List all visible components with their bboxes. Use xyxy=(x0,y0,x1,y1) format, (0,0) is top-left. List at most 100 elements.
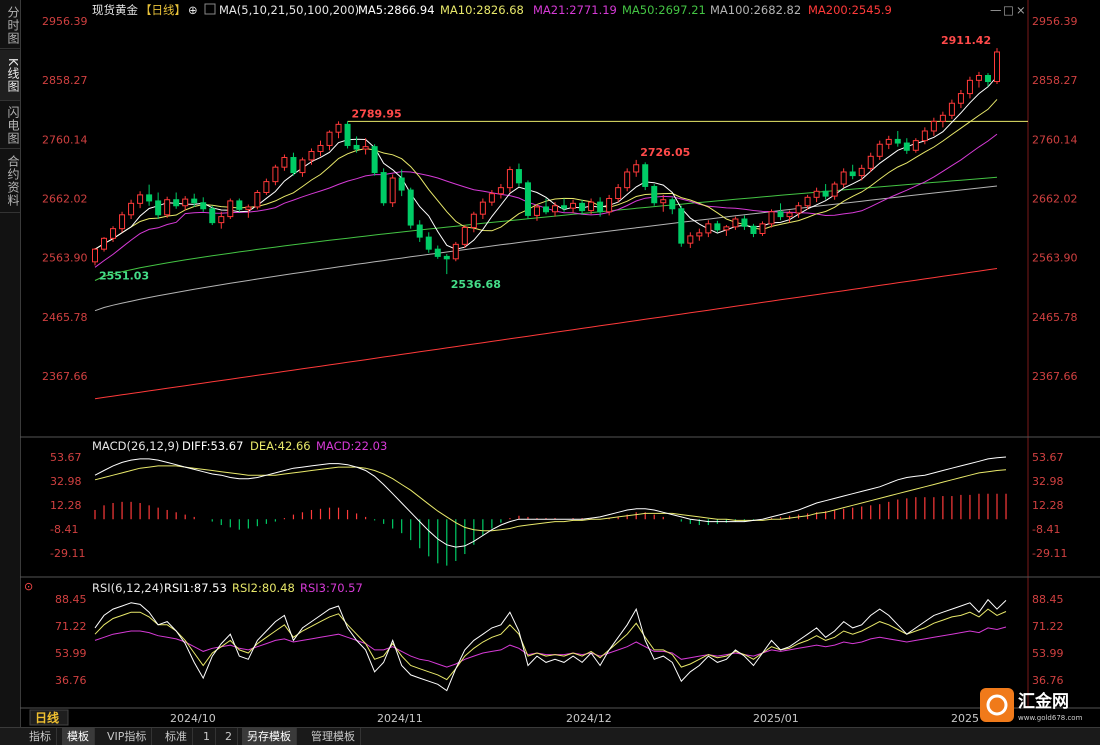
price-tick-label: 2662.02 xyxy=(1032,193,1078,206)
price-axis-right: 2956.39 2858.27 2760.14 2662.02 2563.90 … xyxy=(1032,15,1078,383)
candle-down xyxy=(434,248,441,257)
macd-axis-left: 53.67 32.98 12.28 -8.41 -29.11 xyxy=(50,451,85,560)
macd-diff-line xyxy=(94,456,1007,548)
price-tick-label: 2367.66 xyxy=(42,370,88,383)
chart-area[interactable]: 现货黄金 【日线】 ⊕ MA(5,10,21,50,100,200) MA5:2… xyxy=(0,0,1100,727)
save-template-button[interactable]: 另存模板 xyxy=(242,728,297,745)
manage-templates-button[interactable]: 管理模板 xyxy=(306,728,361,745)
candle-down xyxy=(173,199,180,207)
macd-tick-label: -8.41 xyxy=(50,523,78,536)
candle-up xyxy=(795,205,802,214)
candle-down xyxy=(371,146,378,174)
rsi-tick-label: 88.45 xyxy=(1032,593,1064,606)
rsi-tick-label: 53.99 xyxy=(1032,647,1064,660)
candle-down xyxy=(543,206,549,213)
rsi-plot[interactable] xyxy=(94,598,1007,692)
candle-up xyxy=(110,228,117,239)
candle-up xyxy=(633,164,640,173)
candle-down xyxy=(849,171,856,177)
candle-down xyxy=(398,177,405,191)
macd-diff-value: DIFF:53.67 xyxy=(182,439,243,453)
candle-up xyxy=(606,198,613,213)
price-tick-label: 2563.90 xyxy=(42,252,88,265)
macd-params: MACD(26,12,9) xyxy=(92,439,179,453)
candle-down xyxy=(524,182,531,216)
candle-up xyxy=(570,202,577,209)
ma200-value: MA200:2545.9 xyxy=(808,3,892,17)
restore-icon[interactable]: □ xyxy=(1003,3,1014,17)
time-tick-label: 2025 xyxy=(951,712,979,725)
macd-tick-label: 53.67 xyxy=(1032,451,1064,464)
candle-up xyxy=(488,193,495,203)
time-tick-label: 2024/11 xyxy=(377,712,423,725)
macd-axis-right: 53.67 32.98 12.28 -8.41 -29.11 xyxy=(1032,451,1067,560)
candle-up xyxy=(92,248,98,263)
candle-down xyxy=(344,123,351,146)
candle-up xyxy=(461,226,468,245)
rsi-tick-label: 36.76 xyxy=(55,674,87,687)
high-annotation: 2789.95 xyxy=(352,107,402,120)
candle-down xyxy=(579,202,586,212)
high-annotation: 2726.05 xyxy=(640,146,690,159)
brand-name: 汇金网 xyxy=(1018,691,1069,712)
macd-dea-value: DEA:42.66 xyxy=(250,439,311,453)
candle-up xyxy=(660,199,667,204)
candle-up xyxy=(723,226,730,231)
candle-up xyxy=(317,144,324,152)
price-tick-label: 2563.90 xyxy=(1032,252,1078,265)
price-axis-left: 2956.39 2858.27 2760.14 2662.02 2563.90 … xyxy=(42,15,88,383)
candle-down xyxy=(669,199,676,210)
rsi-settings-icon[interactable]: ⊙ xyxy=(24,580,33,593)
candle-up xyxy=(308,150,315,161)
candle-down xyxy=(236,200,243,210)
candle-down xyxy=(380,172,387,204)
candle-down xyxy=(822,190,829,197)
toggle-square-icon[interactable] xyxy=(204,3,216,15)
candle-down xyxy=(894,138,901,144)
candle-up xyxy=(497,187,504,195)
candle-down xyxy=(290,157,297,174)
candle-up xyxy=(335,123,342,133)
candle-down xyxy=(741,218,748,227)
bottom-toolbar: 指标 模板 VIP指标 标准 1 2 另存模板 管理模板 xyxy=(0,727,1100,745)
candle-up xyxy=(101,237,108,250)
candle-up xyxy=(479,201,486,215)
symbol-name: 现货黄金 xyxy=(92,3,138,17)
brand-watermark: 汇金网 www.gold678.com xyxy=(980,688,1083,722)
candle-up xyxy=(137,194,144,204)
candle-up xyxy=(218,216,225,224)
candle-down xyxy=(777,211,784,218)
tab-standard[interactable]: 标准 xyxy=(160,728,193,745)
candle-down xyxy=(209,208,216,224)
minimize-icon[interactable]: — xyxy=(990,3,1002,17)
rsi-tick-label: 53.99 xyxy=(55,647,87,660)
macd-dea-line xyxy=(94,465,1007,532)
tab-layout-1[interactable]: 1 xyxy=(198,728,216,745)
ma21-value: MA21:2771.19 xyxy=(533,3,617,17)
rsi-axis-right: 88.45 71.22 53.99 36.76 xyxy=(1032,593,1064,687)
candle-up xyxy=(939,114,946,122)
candle-up xyxy=(840,171,847,185)
tab-layout-2[interactable]: 2 xyxy=(220,728,238,745)
candle-up xyxy=(768,211,775,225)
tab-templates[interactable]: 模板 xyxy=(62,728,95,745)
settings-circle-icon[interactable]: ⊕ xyxy=(188,3,198,17)
tab-indicators[interactable]: 指标 xyxy=(24,728,57,745)
macd-tick-label: -29.11 xyxy=(1032,547,1067,560)
candle-down xyxy=(903,142,910,151)
tab-vip-indicators[interactable]: VIP指标 xyxy=(102,728,153,745)
rsi-params: RSI(6,12,24) xyxy=(92,581,164,595)
ma10-value: MA10:2826.68 xyxy=(440,3,524,17)
price-tick-label: 2858.27 xyxy=(42,74,88,87)
candle-up xyxy=(299,159,306,174)
candle-up xyxy=(362,146,369,150)
ma50-value: MA50:2697.21 xyxy=(622,3,706,17)
macd-plot[interactable] xyxy=(94,456,1007,566)
candle-down xyxy=(146,194,153,202)
close-icon[interactable]: × xyxy=(1016,3,1026,17)
candlestick-plot[interactable] xyxy=(92,48,1029,400)
candle-up xyxy=(128,202,135,216)
time-tick-label: 2025/01 xyxy=(753,712,799,725)
candle-up xyxy=(696,232,703,237)
candle-up xyxy=(804,196,811,207)
